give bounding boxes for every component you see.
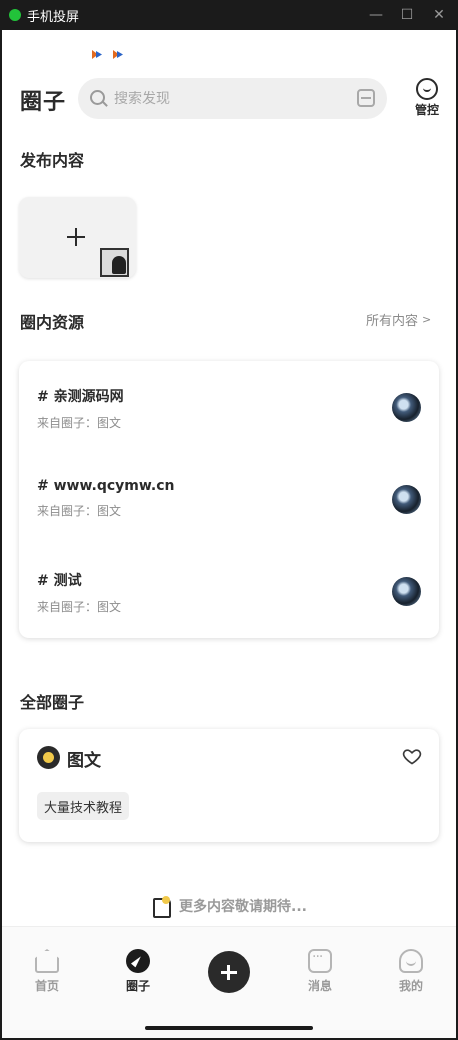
smile-icon	[416, 78, 438, 100]
plus-icon	[67, 228, 85, 246]
status-icons	[92, 50, 124, 59]
all-content-link[interactable]: 所有内容 >	[366, 310, 431, 329]
maximize-button[interactable]: ☐	[392, 0, 422, 30]
circle-card[interactable]: 图文 大量技术教程	[19, 729, 439, 842]
resource-name: # www.qcymw.cn	[37, 478, 175, 494]
door-icon	[100, 248, 129, 277]
app-window: 手机投屏 — ☐ ✕ 圈子 管控 发布内容 圈内资源	[0, 0, 458, 1040]
scan-icon[interactable]	[357, 89, 375, 107]
flag-icon	[113, 50, 124, 59]
home-indicator[interactable]	[145, 1026, 313, 1030]
tab-circle[interactable]: 圈子	[108, 949, 168, 994]
publish-content-button[interactable]	[19, 197, 136, 278]
search-bar[interactable]	[78, 78, 387, 119]
message-icon	[308, 949, 332, 973]
phone-screen: 圈子 管控 发布内容 圈内资源 所有内容 > # 亲测源码网 来自圈子：图文	[2, 30, 456, 1038]
list-item[interactable]: # www.qcymw.cn 来自圈子：图文	[37, 478, 421, 538]
minimize-button[interactable]: —	[361, 0, 391, 30]
resource-name: # 测试	[37, 573, 82, 589]
home-icon	[35, 949, 59, 973]
page-header: 圈子 管控	[2, 78, 456, 122]
tab-label: 消息	[307, 979, 332, 993]
heart-icon[interactable]	[402, 746, 422, 766]
manage-label: 管控	[414, 103, 439, 117]
resource-source: 来自圈子：图文	[37, 600, 122, 614]
resource-source: 来自圈子：图文	[37, 504, 122, 518]
resource-list: # 亲测源码网 来自圈子：图文 # www.qcymw.cn 来自圈子：图文 #…	[19, 361, 439, 638]
page-title: 圈子	[20, 90, 67, 115]
tab-home[interactable]: 首页	[17, 949, 77, 994]
tab-profile[interactable]: 我的	[381, 949, 441, 994]
chevron-right-icon: >	[422, 313, 432, 326]
tab-label: 首页	[34, 979, 59, 993]
resource-source: 来自圈子：图文	[37, 416, 122, 430]
tab-messages[interactable]: 消息	[290, 949, 350, 994]
publish-section-title: 发布内容	[20, 151, 85, 170]
resource-thumbnail	[392, 485, 421, 514]
circle-name: 图文	[67, 751, 101, 771]
search-icon	[90, 89, 108, 108]
more-coming-text: 更多内容敬请期待...	[179, 899, 307, 915]
window-title: 手机投屏	[27, 9, 80, 25]
resource-section-title: 圈内资源	[20, 313, 85, 332]
profile-icon	[399, 949, 423, 973]
bottom-tabbar: 首页 圈子 消息 我的	[2, 926, 456, 1038]
publish-fab-button[interactable]	[208, 951, 250, 993]
compass-icon	[126, 949, 150, 973]
list-item[interactable]: # 亲测源码网 来自圈子：图文	[37, 386, 421, 446]
resource-name: # 亲测源码网	[37, 389, 124, 405]
more-coming-note: 更多内容敬请期待...	[2, 896, 456, 918]
manage-button[interactable]: 管控	[408, 78, 446, 122]
flag-icon	[92, 50, 103, 59]
resource-thumbnail	[392, 577, 421, 606]
search-input[interactable]	[114, 90, 334, 107]
tab-label: 我的	[398, 979, 423, 993]
list-item[interactable]: # 测试 来自圈子：图文	[37, 570, 421, 630]
tab-label: 圈子	[125, 979, 150, 993]
book-icon	[151, 896, 172, 918]
all-circles-section-title: 全部圈子	[20, 693, 85, 712]
close-button[interactable]: ✕	[424, 0, 454, 30]
circle-logo-icon	[37, 746, 60, 769]
window-titlebar: 手机投屏 — ☐ ✕	[0, 0, 458, 30]
app-status-icon	[9, 9, 21, 21]
all-content-label: 所有内容	[366, 314, 419, 329]
resource-thumbnail	[392, 393, 421, 422]
circle-tag[interactable]: 大量技术教程	[37, 792, 130, 820]
